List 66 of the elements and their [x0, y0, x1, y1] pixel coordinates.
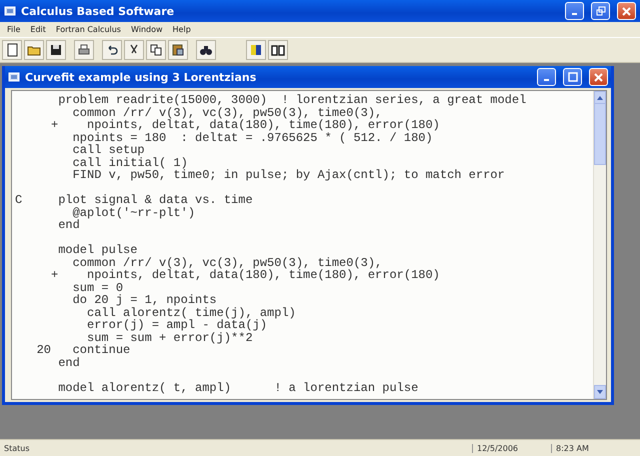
code-line: + npoints, deltat, data(180), time(180), error(180): [50, 269, 441, 282]
new-file-icon: [5, 43, 19, 57]
close-button[interactable]: [617, 2, 636, 20]
maximize-button[interactable]: [563, 68, 582, 86]
copy-icon: [149, 43, 163, 57]
code-line: 20 continue: [36, 344, 132, 356]
window-title: Calculus Based Software: [21, 4, 176, 18]
status-text: Status: [3, 444, 30, 452]
code-line: C plot signal & data vs. time: [15, 194, 254, 206]
open-book-button[interactable]: [268, 40, 288, 60]
minimize-button[interactable]: [537, 68, 556, 86]
code-line: common /rr/ v(3), vc(3), pw50(3), time0(3),: [72, 106, 382, 119]
find-button[interactable]: [196, 40, 216, 60]
code-line: call setup: [72, 144, 146, 156]
menu-item[interactable]: Window: [126, 25, 168, 34]
menu-item[interactable]: Edit: [25, 25, 51, 34]
floppy-disk-button[interactable]: [46, 40, 66, 60]
scroll-thumb[interactable]: [594, 103, 606, 165]
code-line: error(j) = ampl - data(j): [86, 319, 268, 332]
scroll-down-button[interactable]: [594, 385, 606, 399]
app-icon: [8, 71, 20, 83]
undo-button[interactable]: [102, 40, 122, 60]
close-icon: [622, 6, 631, 16]
code-line: @aplot('~rr-plt'): [72, 206, 196, 219]
close-button[interactable]: [589, 68, 608, 86]
status-date: 12/5/2006: [472, 444, 551, 452]
code-line: do 20 j = 1, npoints: [72, 294, 218, 306]
close-icon: [594, 72, 603, 82]
code-line: end: [57, 356, 81, 369]
book-icon: [249, 43, 263, 57]
binoculars-icon: [199, 43, 213, 57]
new-file-button[interactable]: [2, 40, 22, 60]
printer-icon: [77, 43, 91, 57]
paste-icon: [171, 43, 185, 57]
up-arrow-icon: [597, 96, 603, 100]
open-book-icon: [271, 43, 285, 57]
window-title: Curvefit example using 3 Lorentzians: [25, 70, 258, 84]
folder-button[interactable]: [24, 40, 44, 60]
code-line: model alorentz( t, ampl) ! a lorentzian pulse: [57, 382, 420, 394]
minimize-button[interactable]: [565, 2, 584, 20]
code-line: sum = sum + error(j)**2: [87, 332, 254, 344]
restore-icon: [596, 6, 606, 16]
down-arrow-icon: [597, 390, 603, 394]
paste-button[interactable]: [168, 40, 188, 60]
code-line: npoints = 180 : deltat = .9765625 * ( 512. / 180): [72, 132, 434, 144]
code-line: model pulse: [57, 244, 138, 256]
copy-button[interactable]: [146, 40, 166, 60]
menu-item[interactable]: Help: [168, 25, 196, 34]
code-line: common /rr/ v(3), vc(3), pw50(3), time0(3),: [72, 256, 382, 269]
code-line: + npoints, deltat, data(180), time(180), error(180): [50, 119, 441, 132]
status-time: 8:23 AM: [551, 444, 640, 452]
code-line: end: [57, 219, 80, 232]
code-line: call alorentz( time(j), ampl): [86, 306, 297, 319]
code-line: FIND v, pw50, time0; in pulse; by Ajax(cntl); to match error: [72, 169, 506, 182]
restore-button[interactable]: [591, 2, 610, 20]
help-book-button[interactable]: [246, 40, 266, 60]
app-icon: [4, 5, 16, 17]
code-line: problem readrite(15000, 3000) ! lorentzian series, a great model: [57, 94, 528, 106]
code-line: sum = 0: [72, 282, 124, 294]
maximize-icon: [568, 72, 578, 82]
menu-item[interactable]: Fortran Calculus: [50, 25, 126, 34]
code-line: call initial( 1): [72, 156, 188, 169]
menu-item[interactable]: File: [2, 25, 26, 34]
printer-button[interactable]: [74, 40, 94, 60]
scissors-button[interactable]: [124, 40, 144, 60]
vertical-scrollbar[interactable]: [593, 91, 606, 399]
